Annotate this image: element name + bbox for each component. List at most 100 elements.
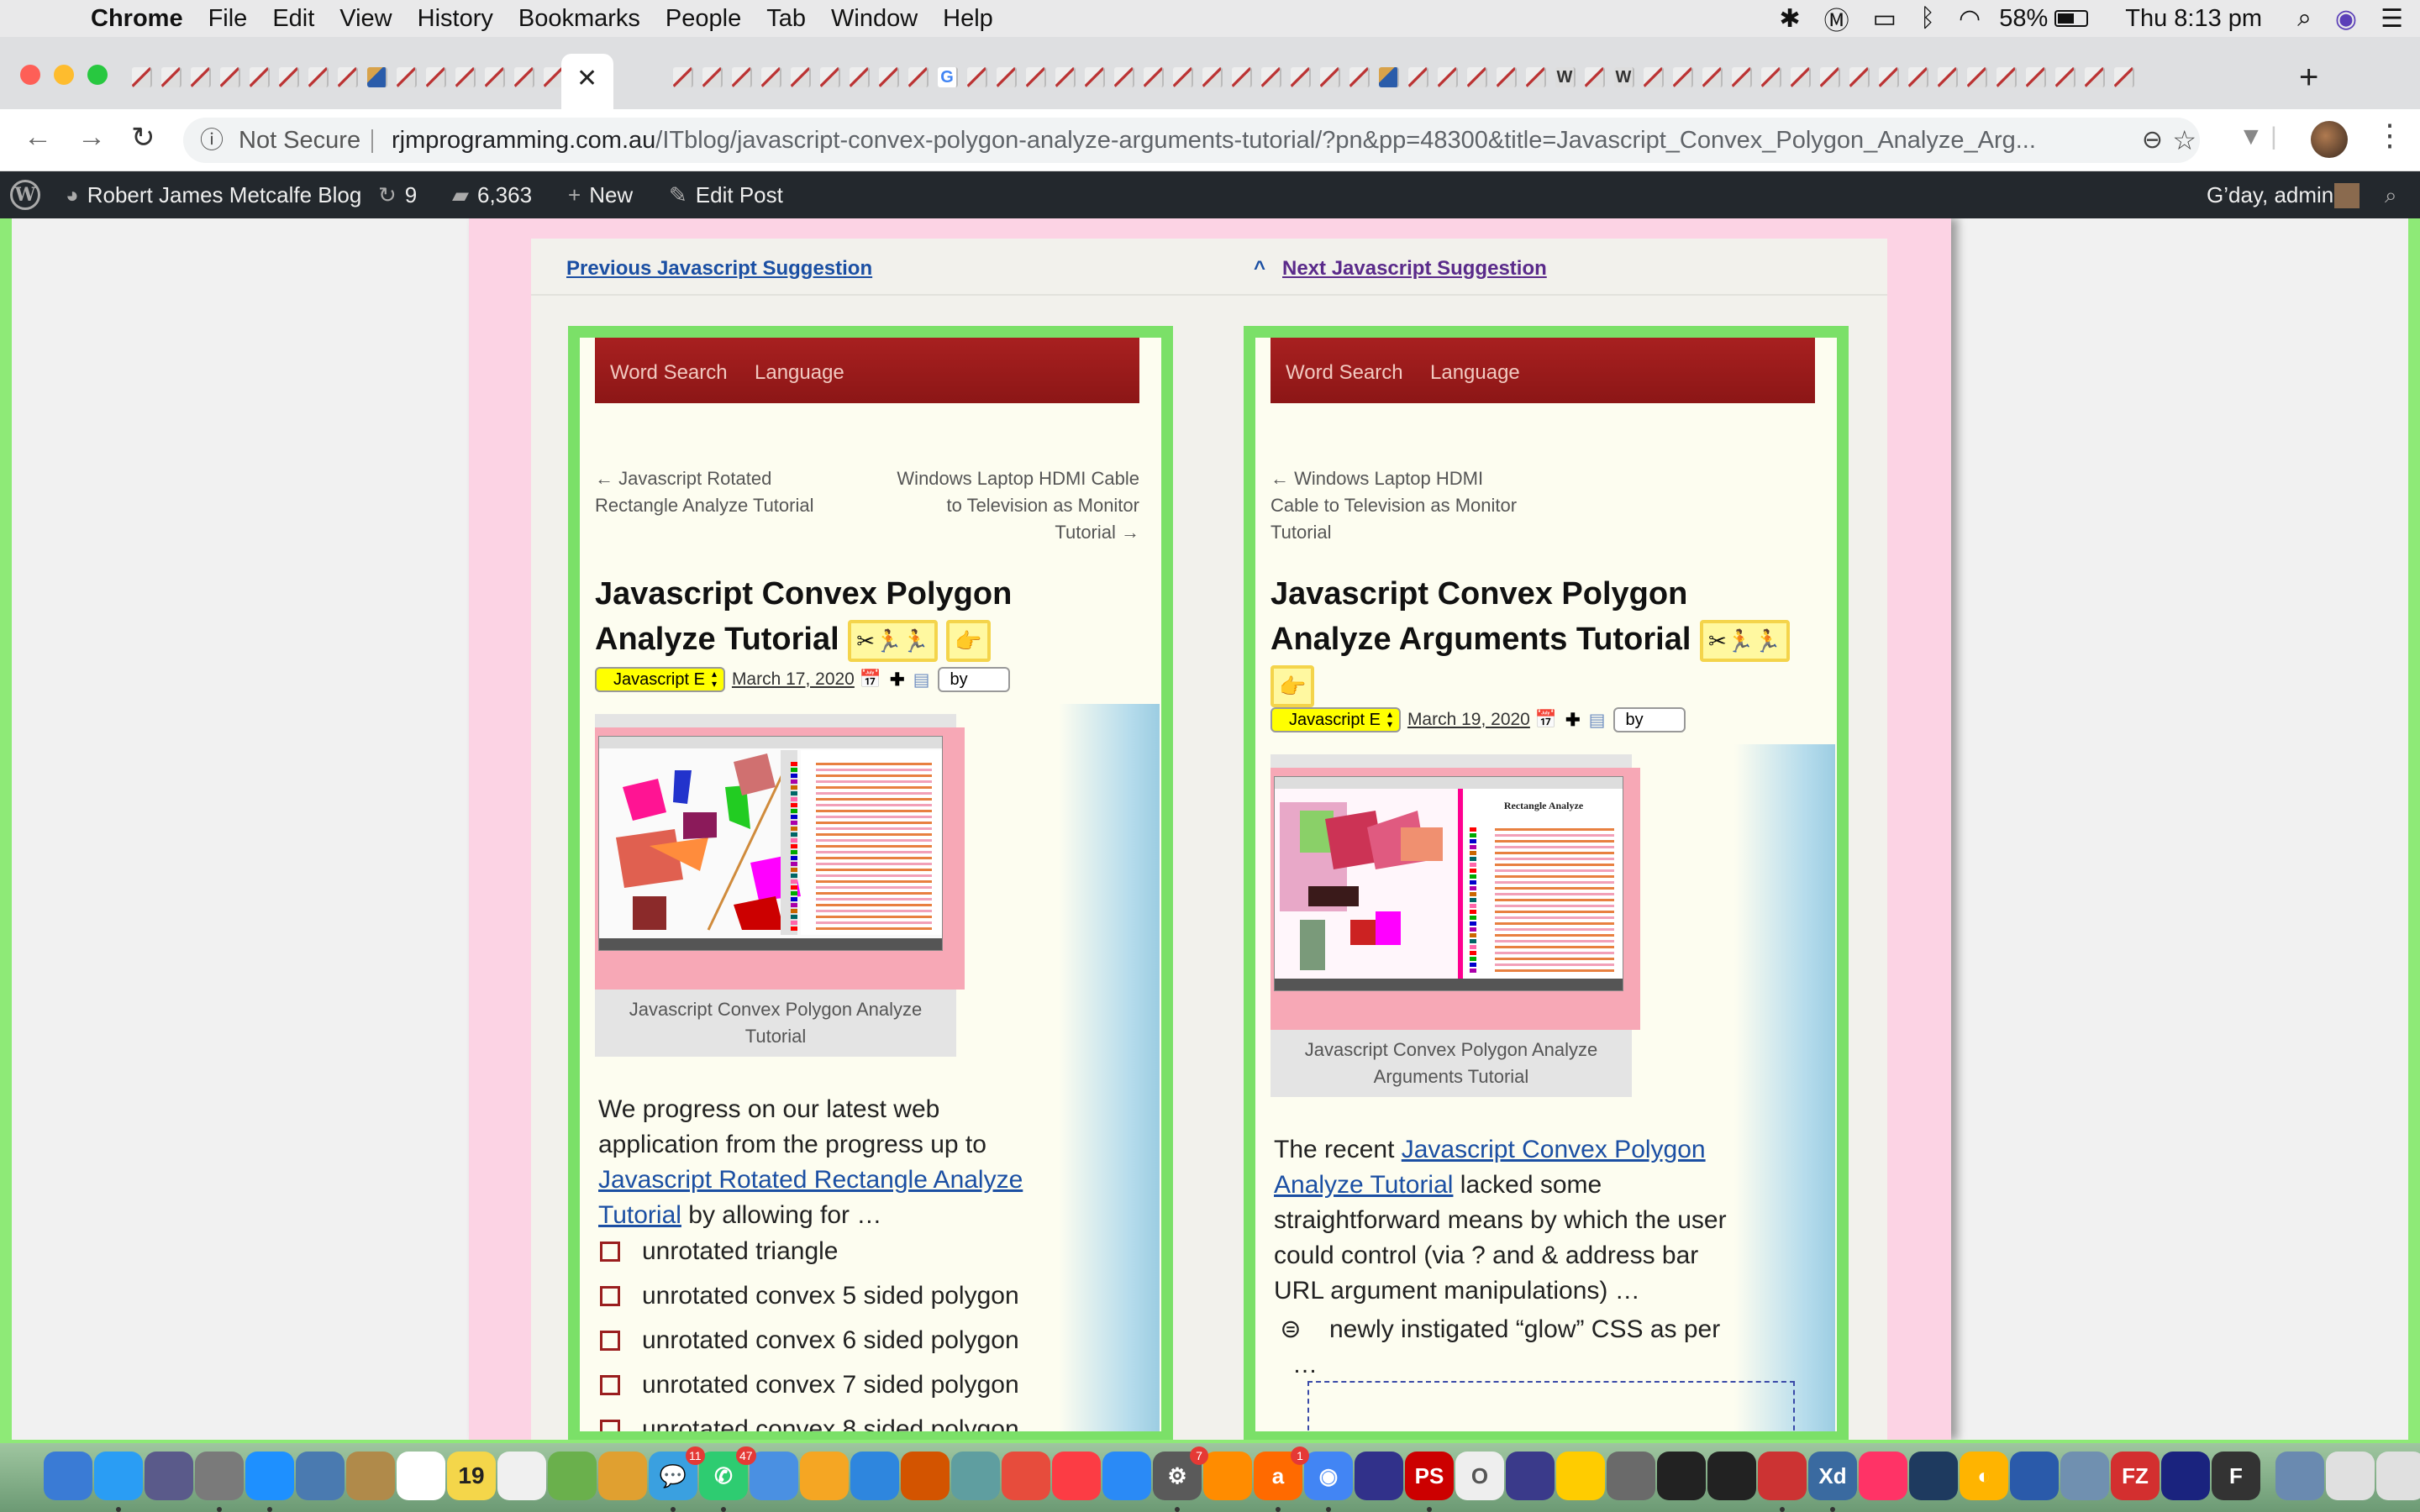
tab-favicon[interactable] [1379, 67, 1399, 87]
by-select[interactable]: by [1613, 707, 1686, 732]
tab-favicon[interactable] [967, 67, 987, 87]
menu-app-chrome[interactable]: Chrome [91, 5, 183, 33]
admin-avatar[interactable] [2334, 183, 2360, 208]
tab-favicon[interactable] [1585, 67, 1605, 87]
tab-favicon[interactable] [1967, 67, 1987, 87]
notification-center-icon[interactable]: ☰ [2381, 4, 2403, 34]
tab-favicon[interactable] [1791, 67, 1811, 87]
dock-app-icon[interactable] [1052, 1452, 1101, 1500]
tab-favicon[interactable] [132, 67, 152, 87]
plus-icon[interactable]: ✚ [1565, 710, 1581, 731]
calendar-icon[interactable]: 📅 [1535, 710, 1557, 730]
security-label[interactable]: Not Secure [239, 118, 360, 163]
airplay-icon[interactable]: ▭ [1873, 4, 1897, 34]
account-greeting[interactable]: G’day, admin [2207, 182, 2333, 208]
forward-icon[interactable]: → [77, 121, 106, 154]
category-select[interactable]: Javascript E [595, 667, 725, 692]
nav-language[interactable]: Language [1430, 361, 1520, 385]
site-name-link[interactable]: ◕ Robert James Metcalfe Blog [66, 182, 361, 208]
tab-favicon[interactable] [514, 67, 534, 87]
siri-icon[interactable]: ◉ [2335, 4, 2357, 34]
dock-app-icon[interactable] [44, 1452, 92, 1500]
menu-view[interactable]: View [339, 5, 392, 33]
dock-app-icon[interactable] [598, 1452, 647, 1500]
spotlight-search-icon[interactable]: ⌕ [2297, 4, 2312, 33]
nav-language[interactable]: Language [755, 361, 844, 385]
left-next-post-link[interactable]: Windows Laptop HDMI Cable to Television … [832, 465, 1139, 546]
tab-favicon[interactable] [426, 67, 446, 87]
clock[interactable]: Thu 8:13 pm [2125, 5, 2262, 33]
tab-favicon[interactable] [1908, 67, 1928, 87]
dock-app-icon[interactable] [1909, 1452, 1958, 1500]
dock-app-icon[interactable] [2161, 1452, 2210, 1500]
dock-app-icon[interactable]: Xd [1808, 1452, 1857, 1500]
tab-favicon[interactable] [1114, 67, 1134, 87]
dock-app-icon[interactable]: ◐ [1960, 1452, 2008, 1500]
rotated-rectangle-link[interactable]: Tutorial [598, 1201, 681, 1229]
profile-avatar[interactable] [2311, 121, 2348, 158]
right-screenshot-image[interactable]: Rectangle Analyze [1274, 776, 1623, 991]
tab-favicon[interactable] [308, 67, 329, 87]
dock-app-icon[interactable]: F [2212, 1452, 2260, 1500]
tab-favicon[interactable] [820, 67, 840, 87]
tab-favicon[interactable] [1408, 67, 1428, 87]
dock-app-icon[interactable]: O [1455, 1452, 1504, 1500]
tab-favicon[interactable] [1702, 67, 1723, 87]
menu-bookmarks[interactable]: Bookmarks [518, 5, 640, 33]
tab-favicon[interactable] [702, 67, 723, 87]
tab-favicon[interactable] [879, 67, 899, 87]
tab-favicon[interactable] [2114, 67, 2134, 87]
tab-favicon[interactable] [791, 67, 811, 87]
tab-favicon[interactable] [1349, 67, 1370, 87]
dock-app-icon[interactable] [1607, 1452, 1655, 1500]
tab-favicon[interactable] [1849, 67, 1870, 87]
dock-app-icon[interactable] [1002, 1452, 1050, 1500]
pointing-hand-icon[interactable]: 👉 [1270, 664, 1315, 707]
left-prev-post-link[interactable]: ← Javascript Rotated Rectangle Analyze T… [595, 465, 814, 519]
dock-app-icon[interactable]: FZ [2111, 1452, 2160, 1500]
dock-app-icon[interactable] [548, 1452, 597, 1500]
tab-favicon[interactable] [397, 67, 417, 87]
tab-favicon[interactable]: G [938, 67, 958, 87]
left-screenshot-image[interactable] [598, 736, 943, 951]
dock-app-icon[interactable] [901, 1452, 950, 1500]
zoom-icon[interactable]: ⊖ [2142, 118, 2163, 163]
dock-app-icon[interactable] [1707, 1452, 1756, 1500]
new-tab-button[interactable]: + [2299, 59, 2318, 97]
dock-app-icon[interactable]: ◉ [1304, 1452, 1353, 1500]
dock-app-icon[interactable] [1556, 1452, 1605, 1500]
malwarebytes-icon[interactable]: Ⓜ [1824, 0, 1849, 37]
tab-favicon[interactable] [455, 67, 476, 87]
tab-favicon[interactable] [1261, 67, 1281, 87]
tab-favicon[interactable] [279, 67, 299, 87]
dock-app-icon[interactable] [245, 1452, 294, 1500]
reload-icon[interactable]: ↻ [131, 121, 155, 155]
pointing-hand-icon[interactable]: 👉 [946, 619, 991, 662]
info-icon[interactable]: ⓘ [200, 118, 224, 163]
wordpress-logo-icon[interactable]: W [10, 180, 40, 210]
tab-favicon[interactable] [1026, 67, 1046, 87]
tab-favicon[interactable] [908, 67, 929, 87]
tab-favicon[interactable] [1320, 67, 1340, 87]
active-tab[interactable]: ✕ [561, 54, 613, 109]
tab-favicon[interactable] [250, 67, 270, 87]
dock-app-icon[interactable] [2060, 1452, 2109, 1500]
tab-favicon[interactable] [1938, 67, 1958, 87]
next-suggestion-link[interactable]: Next Javascript Suggestion [1282, 257, 1547, 281]
category-select[interactable]: Javascript E [1270, 707, 1401, 732]
tab-favicon[interactable] [220, 67, 240, 87]
dock-app-icon[interactable] [1657, 1452, 1706, 1500]
tab-favicon[interactable] [367, 67, 387, 87]
dock-app-icon[interactable] [1758, 1452, 1807, 1500]
tab-favicon[interactable] [1438, 67, 1458, 87]
menu-help[interactable]: Help [943, 5, 993, 33]
rotated-rectangle-link[interactable]: Javascript Rotated Rectangle Analyze [598, 1166, 1023, 1194]
email-card-icon[interactable]: ▤ [913, 669, 930, 690]
tab-favicon[interactable] [1761, 67, 1781, 87]
admin-search-icon[interactable]: ⌕ [2385, 182, 2397, 209]
menu-file[interactable]: File [208, 5, 248, 33]
battery-icon[interactable] [2054, 10, 2089, 27]
dock-app-icon[interactable] [397, 1452, 445, 1500]
menu-people[interactable]: People [666, 5, 741, 33]
tab-favicon[interactable] [1673, 67, 1693, 87]
